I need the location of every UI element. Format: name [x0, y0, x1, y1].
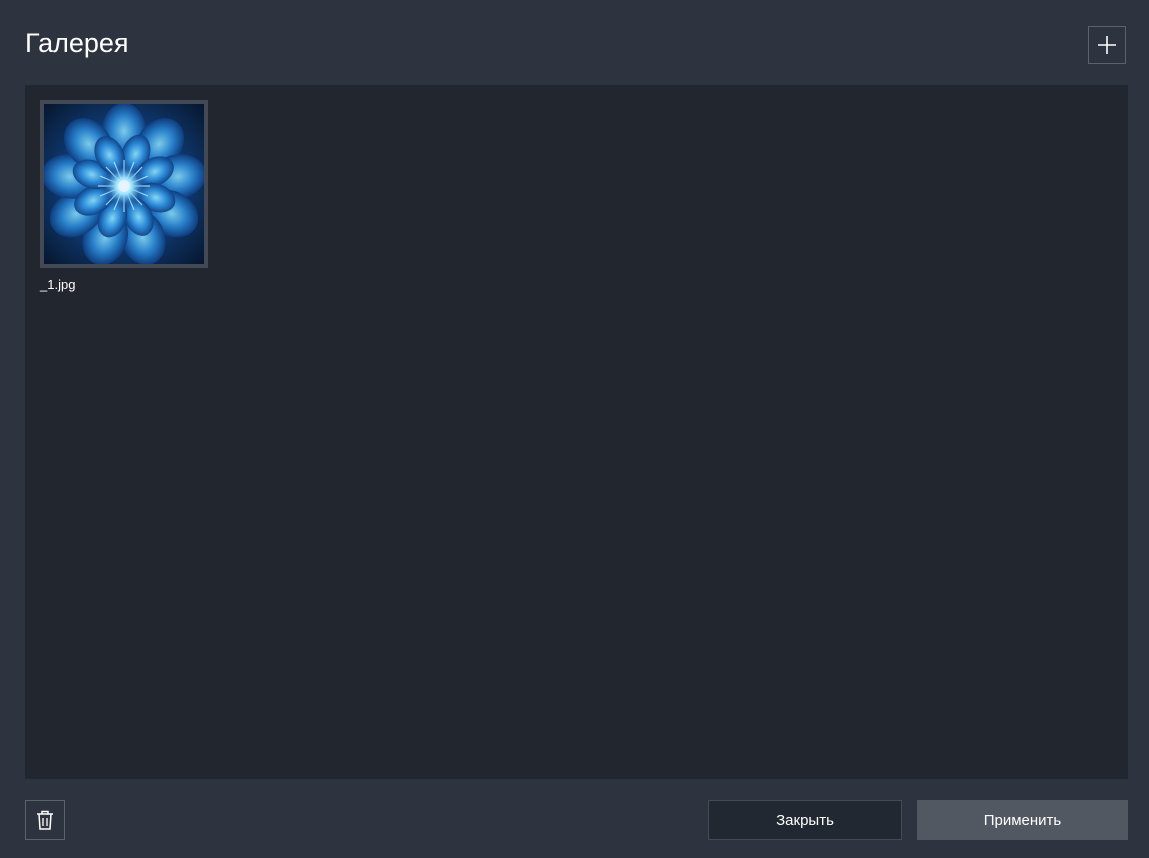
gallery-area: _1.jpg [25, 85, 1128, 779]
dialog-title: Галерея [25, 28, 129, 58]
trash-icon [37, 810, 53, 830]
delete-button[interactable] [25, 800, 65, 840]
plus-icon [1098, 36, 1116, 54]
close-button[interactable]: Закрыть [708, 800, 902, 840]
add-image-button[interactable] [1088, 26, 1126, 64]
thumbnail-file-name: _1.jpg [40, 277, 76, 292]
blue-flower-image [44, 104, 204, 264]
apply-button[interactable]: Применить [917, 800, 1128, 840]
gallery-thumbnail[interactable] [40, 100, 208, 268]
gallery-dialog: Галерея _1.jpg Закрыть Применить [0, 0, 1149, 858]
